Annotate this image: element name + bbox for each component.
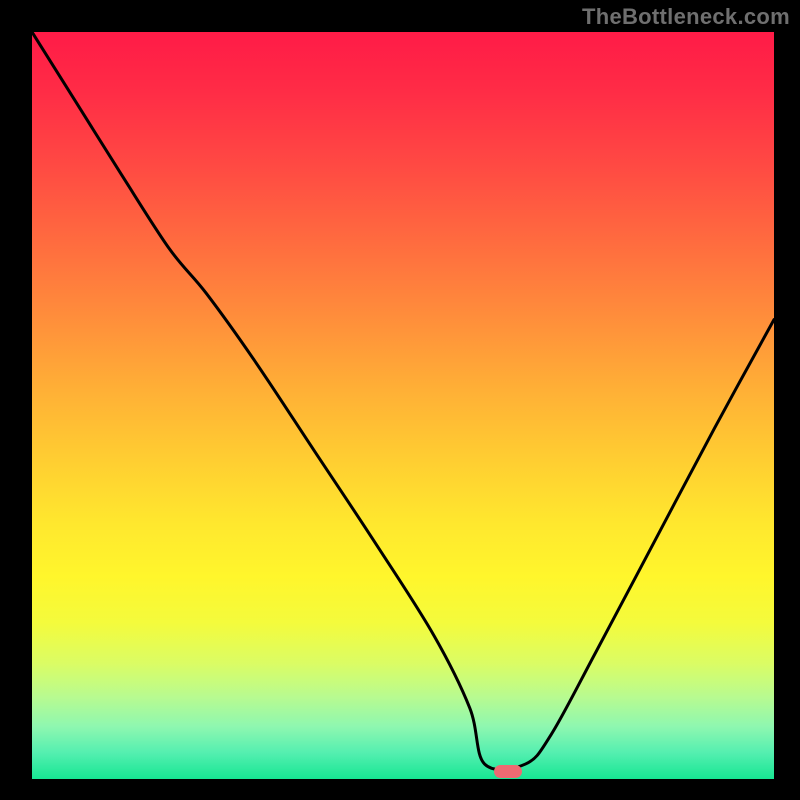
chart-container: { "watermark": "TheBottleneck.com", "plo…: [0, 0, 800, 800]
bottleneck-curve: [32, 32, 774, 779]
optimal-marker: [494, 765, 522, 778]
plot-area: [32, 32, 774, 779]
watermark-text: TheBottleneck.com: [582, 4, 790, 30]
